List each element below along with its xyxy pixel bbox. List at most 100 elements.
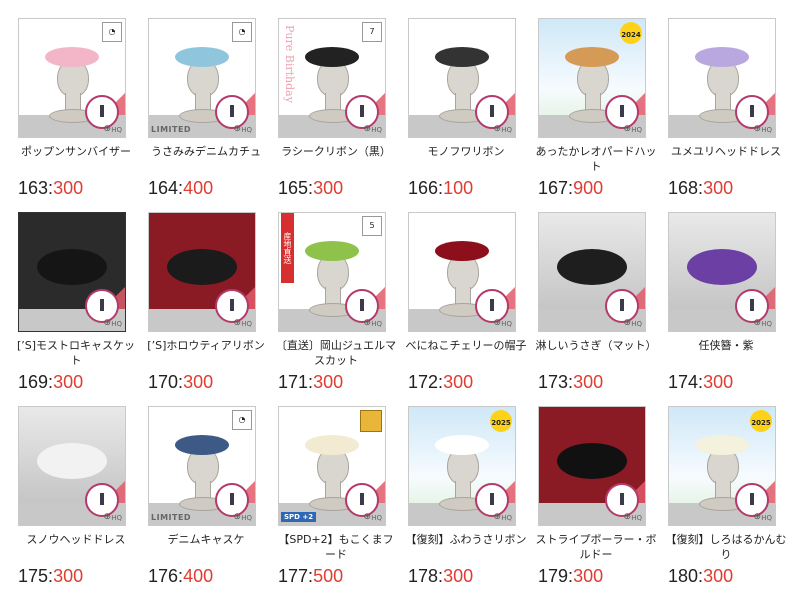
zoom-icon[interactable]: ⊕ (233, 512, 241, 522)
item-card[interactable]: ◔ ⊕ HQ ポップンサンバイザー 163:300 (12, 12, 142, 206)
item-card[interactable]: ⊕ HQ モノフワリボン 166:100 (402, 12, 532, 206)
item-card[interactable]: ⊕ HQ ユメユリヘッドドレス 168:300 (662, 12, 792, 206)
item-name[interactable]: [’S]モストロキャスケット (14, 338, 138, 368)
item-card[interactable]: 産地直送 5 ⊕ HQ 〔直送〕岡山ジュエルマスカット 171:300 (272, 206, 402, 400)
item-number: 175 (18, 566, 49, 586)
gift-icon[interactable] (475, 95, 509, 129)
item-thumbnail[interactable]: ⊕ HQ (18, 212, 126, 332)
gift-icon[interactable] (215, 483, 249, 517)
item-card[interactable]: ⊕ HQ [’S]ホロウティアリボン 170:300 (142, 206, 272, 400)
item-name[interactable]: 【復刻】しろはるかんむり (664, 532, 788, 562)
item-name[interactable]: モノフワリボン (404, 144, 528, 159)
badge-icon: 5 (362, 216, 382, 236)
zoom-icon[interactable]: ⊕ (103, 318, 111, 328)
zoom-icon[interactable]: ⊕ (623, 124, 631, 134)
gift-icon[interactable] (605, 95, 639, 129)
item-name[interactable]: ポップンサンバイザー (14, 144, 138, 159)
item-name[interactable]: 【SPD+2】もこくまフード (274, 532, 398, 562)
zoom-icon[interactable]: ⊕ (753, 512, 761, 522)
zoom-icon[interactable]: ⊕ (363, 124, 371, 134)
item-card[interactable]: ⊕ HQ 淋しいうさぎ（マット） 173:300 (532, 206, 662, 400)
zoom-icon[interactable]: ⊕ (753, 318, 761, 328)
item-name[interactable]: ストライプボーラー・ボルドー (534, 532, 658, 562)
item-name[interactable]: べにねこチェリーの帽子 (404, 338, 528, 353)
zoom-icon[interactable]: ⊕ (233, 124, 241, 134)
gift-icon[interactable] (345, 289, 379, 323)
item-thumbnail[interactable]: 産地直送 5 ⊕ HQ (278, 212, 386, 332)
item-card[interactable]: 2025 ⊕ HQ 【復刻】しろはるかんむり 180:300 (662, 400, 792, 594)
item-thumbnail[interactable]: 2024 ⊕ HQ (538, 18, 646, 138)
accessory-image (557, 249, 627, 285)
gift-icon[interactable] (475, 289, 509, 323)
gift-icon[interactable] (735, 289, 769, 323)
item-card[interactable]: 2025 ⊕ HQ 【復刻】ふわうさリボン 178:300 (402, 400, 532, 594)
hq-label: HQ (501, 126, 512, 134)
zoom-icon[interactable]: ⊕ (363, 318, 371, 328)
gift-icon[interactable] (605, 483, 639, 517)
item-thumbnail[interactable]: ⊕ HQ (408, 212, 516, 332)
price-value: 300 (443, 372, 474, 392)
gift-icon[interactable] (85, 483, 119, 517)
item-thumbnail[interactable]: 2025 ⊕ HQ (408, 406, 516, 526)
item-card[interactable]: ⊕ HQ SPD +2 【SPD+2】もこくまフード 177:500 (272, 400, 402, 594)
hq-label: HQ (501, 514, 512, 522)
item-card[interactable]: ⊕ HQ べにねこチェリーの帽子 172:300 (402, 206, 532, 400)
item-name[interactable]: あったかレオパードハット (534, 144, 658, 174)
item-thumbnail[interactable]: ⊕ HQ (18, 406, 126, 526)
zoom-icon[interactable]: ⊕ (233, 318, 241, 328)
item-thumbnail[interactable]: ⊕ HQ (408, 18, 516, 138)
item-name[interactable]: 〔直送〕岡山ジュエルマスカット (274, 338, 398, 368)
gift-icon[interactable] (215, 95, 249, 129)
item-thumbnail[interactable]: ⊕ HQ (538, 212, 646, 332)
item-card[interactable]: Pure Birthday 7 ⊕ HQ ラシークリボン（黒） 165:300 (272, 12, 402, 206)
item-thumbnail[interactable]: 2025 ⊕ HQ (668, 406, 776, 526)
zoom-icon[interactable]: ⊕ (623, 512, 631, 522)
item-card[interactable]: ⊕ HQ 任侠簪・紫 174:300 (662, 206, 792, 400)
gift-icon[interactable] (345, 95, 379, 129)
item-card[interactable]: 2024 ⊕ HQ あったかレオパードハット 167:900 (532, 12, 662, 206)
item-thumbnail[interactable]: ⊕ HQ (668, 18, 776, 138)
item-name[interactable]: 淋しいうさぎ（マット） (534, 338, 658, 353)
zoom-icon[interactable]: ⊕ (363, 512, 371, 522)
gift-icon[interactable] (345, 483, 379, 517)
zoom-icon[interactable]: ⊕ (103, 512, 111, 522)
zoom-icon[interactable]: ⊕ (493, 512, 501, 522)
item-card[interactable]: ◔ ⊕ HQ LIMITED デニムキャスケ 176:400 (142, 400, 272, 594)
item-name[interactable]: うさみみデニムカチュ (144, 144, 268, 159)
item-name[interactable]: 任侠簪・紫 (664, 338, 788, 353)
zoom-icon[interactable]: ⊕ (103, 124, 111, 134)
item-card[interactable]: ⊕ HQ [’S]モストロキャスケット 169:300 (12, 206, 142, 400)
gift-icon[interactable] (475, 483, 509, 517)
zoom-icon[interactable]: ⊕ (493, 318, 501, 328)
item-name[interactable]: スノウヘッドドレス (14, 532, 138, 547)
item-thumbnail[interactable]: ◔ ⊕ HQ LIMITED (148, 18, 256, 138)
item-thumbnail[interactable]: ⊕ HQ (538, 406, 646, 526)
gift-icon[interactable] (85, 289, 119, 323)
gift-icon[interactable] (605, 289, 639, 323)
zoom-icon[interactable]: ⊕ (753, 124, 761, 134)
gift-icon[interactable] (735, 95, 769, 129)
gift-icon[interactable] (735, 483, 769, 517)
item-thumbnail[interactable]: ⊕ HQ SPD +2 (278, 406, 386, 526)
item-card[interactable]: ⊕ HQ ストライプボーラー・ボルドー 179:300 (532, 400, 662, 594)
gift-icon[interactable] (85, 95, 119, 129)
item-name[interactable]: 【復刻】ふわうさリボン (404, 532, 528, 547)
item-thumbnail[interactable]: ⊕ HQ (148, 212, 256, 332)
item-card[interactable]: ◔ ⊕ HQ LIMITED うさみみデニムカチュ 164:400 (142, 12, 272, 206)
item-name[interactable]: ユメユリヘッドドレス (664, 144, 788, 159)
crown-icon (360, 410, 382, 432)
item-card[interactable]: ⊕ HQ スノウヘッドドレス 175:300 (12, 400, 142, 594)
item-thumbnail[interactable]: ◔ ⊕ HQ LIMITED (148, 406, 256, 526)
item-name[interactable]: デニムキャスケ (144, 532, 268, 547)
zoom-icon[interactable]: ⊕ (493, 124, 501, 134)
item-thumbnail[interactable]: ◔ ⊕ HQ (18, 18, 126, 138)
zoom-icon[interactable]: ⊕ (623, 318, 631, 328)
price-value: 300 (573, 372, 604, 392)
item-thumbnail[interactable]: Pure Birthday 7 ⊕ HQ (278, 18, 386, 138)
item-price: 170:300 (148, 372, 213, 393)
gift-icon[interactable] (215, 289, 249, 323)
item-name[interactable]: ラシークリボン（黒） (274, 144, 398, 159)
item-thumbnail[interactable]: ⊕ HQ (668, 212, 776, 332)
item-name[interactable]: [’S]ホロウティアリボン (144, 338, 268, 353)
limited-label: LIMITED (151, 125, 192, 134)
